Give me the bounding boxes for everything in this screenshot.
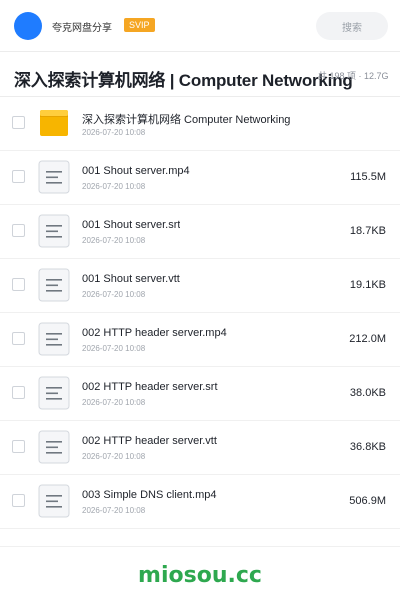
file-name[interactable]: 深入探索计算机网络 Computer Networking bbox=[82, 111, 290, 127]
row-checkbox[interactable] bbox=[12, 494, 25, 507]
file-size: 506.9M bbox=[349, 495, 386, 507]
file-name[interactable]: 001 Shout server.vtt bbox=[82, 273, 180, 285]
svip-badge: SVIP bbox=[124, 18, 155, 32]
file-date: 2026-07-20 10:08 bbox=[82, 290, 146, 299]
list-item[interactable]: 002 HTTP header server.mp4 2026-07-20 10… bbox=[0, 313, 400, 367]
footer: miosou.cc bbox=[0, 546, 400, 600]
row-checkbox[interactable] bbox=[12, 116, 25, 129]
row-checkbox[interactable] bbox=[12, 440, 25, 453]
file-date: 2026-07-20 10:08 bbox=[82, 344, 146, 353]
file-name[interactable]: 002 HTTP header server.srt bbox=[82, 381, 218, 393]
list-item[interactable]: 003 Simple DNS client.mp4 2026-07-20 10:… bbox=[0, 475, 400, 529]
file-date: 2026-07-20 10:08 bbox=[82, 398, 146, 407]
file-date: 2026-07-20 10:08 bbox=[82, 128, 146, 137]
file-icon bbox=[38, 214, 70, 248]
file-name[interactable]: 002 HTTP header server.vtt bbox=[82, 435, 217, 447]
top-bar: 夸克网盘分享 SVIP 搜索 bbox=[0, 0, 400, 52]
file-icon bbox=[38, 376, 70, 410]
file-list: 深入探索计算机网络 Computer Networking 2026-07-20… bbox=[0, 97, 400, 529]
list-item[interactable]: 002 HTTP header server.srt 2026-07-20 10… bbox=[0, 367, 400, 421]
file-name[interactable]: 001 Shout server.srt bbox=[82, 219, 180, 231]
list-item[interactable]: 001 Shout server.srt 2026-07-20 10:08 18… bbox=[0, 205, 400, 259]
file-icon bbox=[38, 268, 70, 302]
list-item[interactable]: 002 HTTP header server.vtt 2026-07-20 10… bbox=[0, 421, 400, 475]
file-name[interactable]: 002 HTTP header server.mp4 bbox=[82, 327, 227, 339]
row-checkbox[interactable] bbox=[12, 332, 25, 345]
file-icon bbox=[38, 160, 70, 194]
watermark: miosou.cc bbox=[138, 563, 262, 588]
page-title: 深入探索计算机网络 | Computer Networking bbox=[14, 71, 353, 90]
search-button[interactable]: 搜索 bbox=[316, 12, 388, 40]
folder-meta: 共 198 项 · 12.7G bbox=[318, 71, 389, 81]
file-date: 2026-07-20 10:08 bbox=[82, 452, 146, 461]
list-item[interactable]: 001 Shout server.mp4 2026-07-20 10:08 11… bbox=[0, 151, 400, 205]
row-checkbox[interactable] bbox=[12, 170, 25, 183]
folder-title-bar: 深入探索计算机网络 | Computer Networking 共 198 项 … bbox=[0, 53, 400, 97]
file-size: 38.0KB bbox=[349, 387, 386, 399]
file-icon bbox=[38, 484, 70, 518]
file-size: 18.7KB bbox=[349, 225, 386, 237]
file-size: 212.0M bbox=[349, 333, 386, 345]
file-name[interactable]: 001 Shout server.mp4 bbox=[82, 165, 190, 177]
share-name: 夸克网盘分享 bbox=[52, 23, 112, 34]
row-checkbox[interactable] bbox=[12, 278, 25, 291]
folder-icon bbox=[38, 106, 70, 140]
file-size: 115.5M bbox=[350, 171, 386, 183]
file-date: 2026-07-20 10:08 bbox=[82, 236, 146, 245]
file-icon bbox=[38, 322, 70, 356]
file-date: 2026-07-20 10:08 bbox=[82, 506, 146, 515]
file-icon bbox=[38, 430, 70, 464]
file-size: 36.8KB bbox=[349, 441, 386, 453]
avatar[interactable] bbox=[14, 12, 42, 40]
list-item[interactable]: 深入探索计算机网络 Computer Networking 2026-07-20… bbox=[0, 97, 400, 151]
file-name[interactable]: 003 Simple DNS client.mp4 bbox=[82, 489, 217, 501]
file-date: 2026-07-20 10:08 bbox=[82, 182, 146, 191]
file-size: 19.1KB bbox=[349, 279, 386, 291]
row-checkbox[interactable] bbox=[12, 386, 25, 399]
row-checkbox[interactable] bbox=[12, 224, 25, 237]
list-item[interactable]: 001 Shout server.vtt 2026-07-20 10:08 19… bbox=[0, 259, 400, 313]
